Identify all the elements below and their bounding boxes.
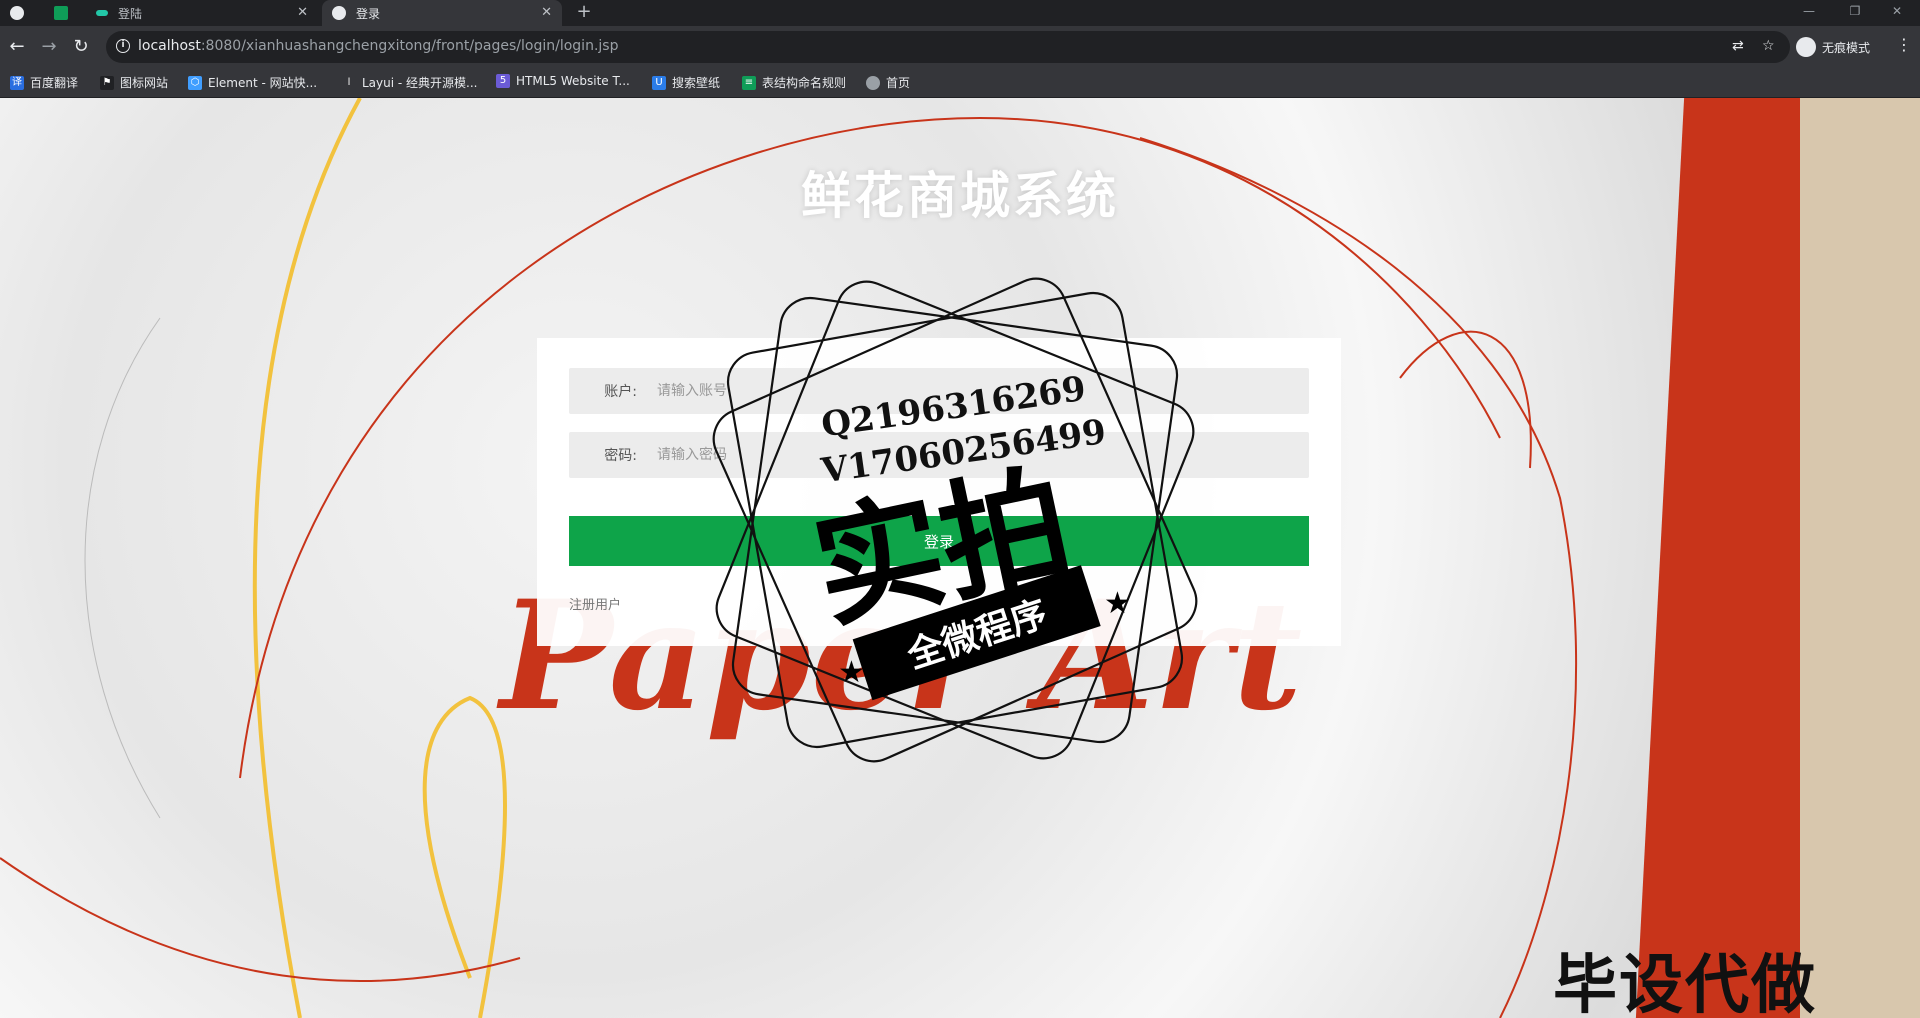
bookmark-item[interactable]: ⚑ 图标网站 — [100, 74, 168, 91]
tab-title: 登陆 — [118, 6, 143, 21]
password-field: 密码: — [569, 432, 1309, 478]
register-link[interactable]: 注册用户 — [569, 594, 621, 613]
window-close-icon[interactable]: ✕ — [1874, 0, 1920, 26]
url-host: localhost — [138, 38, 201, 54]
back-icon[interactable]: ← — [4, 34, 30, 60]
table-app-icon — [54, 6, 68, 20]
bookmark-label: 百度翻译 — [30, 76, 79, 90]
hexagon-icon: ⬡ — [188, 75, 202, 90]
star-icon[interactable]: ☆ — [1762, 38, 1775, 54]
close-icon[interactable]: ✕ — [297, 5, 308, 20]
url-path: :8080/xianhuashangchengxitong/front/page… — [200, 38, 619, 54]
login-button[interactable]: 登录 — [569, 516, 1309, 566]
html5-icon: 5 — [496, 74, 510, 88]
tab-pinned-2[interactable] — [44, 0, 80, 26]
corner-watermark: 毕设代做 — [1553, 949, 1817, 1018]
bookmark-label: 表结构命名规则 — [762, 76, 847, 90]
bookmarks-bar: 译 百度翻译 ⚑ 图标网站 ⬡ Element - 网站快... l Layui… — [0, 68, 1920, 98]
tab-title: 登录 — [356, 6, 381, 21]
reload-icon[interactable]: ↻ — [68, 34, 94, 60]
flag-icon: ⚑ — [100, 75, 114, 90]
bookmark-item[interactable]: l Layui - 经典开源模... — [342, 74, 477, 91]
site-title: 鲜花商城系统 — [801, 167, 1119, 225]
profile-label: 无痕模式 — [1822, 40, 1871, 55]
bookmark-label: Layui - 经典开源模... — [362, 76, 478, 90]
bookmark-item[interactable]: ≡ 表结构命名规则 — [742, 74, 846, 91]
dots-app-icon — [96, 10, 108, 16]
tab-pinned-1[interactable] — [0, 0, 36, 26]
password-label: 密码: — [604, 448, 637, 464]
tab-strip: 登陆 ✕ 登录 ✕ + — ❐ ✕ — [0, 0, 1920, 26]
bookmark-item[interactable]: 5 HTML5 Website T... — [496, 74, 630, 88]
page-viewport: Paper Art 鲜花商城系统 账户: 密码: 登录 注册用户 Q219631… — [0, 98, 1920, 1018]
bookmark-item[interactable]: 译 百度翻译 — [10, 74, 78, 91]
site-info-icon[interactable]: i — [116, 39, 130, 53]
table-app-icon: ≡ — [742, 75, 756, 90]
translate-icon: 译 — [10, 75, 24, 90]
new-tab-button[interactable]: + — [572, 0, 596, 26]
bookmark-item[interactable]: U 搜索壁纸 — [652, 74, 720, 91]
layui-icon: l — [342, 75, 356, 90]
bookmark-item[interactable]: ⬡ Element - 网站快... — [188, 74, 317, 91]
globe-icon — [866, 75, 880, 90]
incognito-icon — [1796, 37, 1816, 57]
incognito-profile[interactable]: 无痕模式 — [1796, 33, 1870, 61]
globe-icon — [10, 6, 24, 20]
menu-icon[interactable]: ⋮ — [1896, 35, 1912, 54]
account-input[interactable] — [655, 382, 1259, 400]
minimize-icon[interactable]: — — [1786, 0, 1832, 26]
globe-icon — [332, 6, 346, 20]
bookmark-label: Element - 网站快... — [208, 76, 318, 90]
bookmark-item[interactable]: 首页 — [866, 74, 910, 91]
forward-icon[interactable]: → — [36, 34, 62, 60]
address-bar[interactable]: i localhost:8080/xianhuashangchengxitong… — [106, 31, 1790, 63]
bookmark-label: 图标网站 — [120, 76, 169, 90]
bookmark-label: 首页 — [886, 76, 911, 90]
bookmark-label: 搜索壁纸 — [672, 76, 721, 90]
close-icon[interactable]: ✕ — [541, 5, 552, 20]
browser-toolbar: ← → ↻ i localhost:8080/xianhuashangcheng… — [0, 26, 1920, 68]
login-form: 账户: 密码: 登录 注册用户 — [537, 338, 1341, 646]
restore-icon[interactable]: ❐ — [1832, 0, 1878, 26]
tab-denglu-active[interactable]: 登录 ✕ — [322, 0, 562, 26]
tab-denglu-1[interactable]: 登陆 ✕ — [86, 0, 318, 26]
account-field: 账户: — [569, 368, 1309, 414]
bookmark-label: HTML5 Website T... — [516, 74, 630, 88]
u-icon: U — [652, 75, 666, 90]
password-input[interactable] — [655, 446, 1259, 464]
account-label: 账户: — [604, 384, 637, 400]
url-text: localhost:8080/xianhuashangchengxitong/f… — [138, 38, 618, 54]
translate-icon[interactable]: ⇄ — [1732, 38, 1744, 54]
